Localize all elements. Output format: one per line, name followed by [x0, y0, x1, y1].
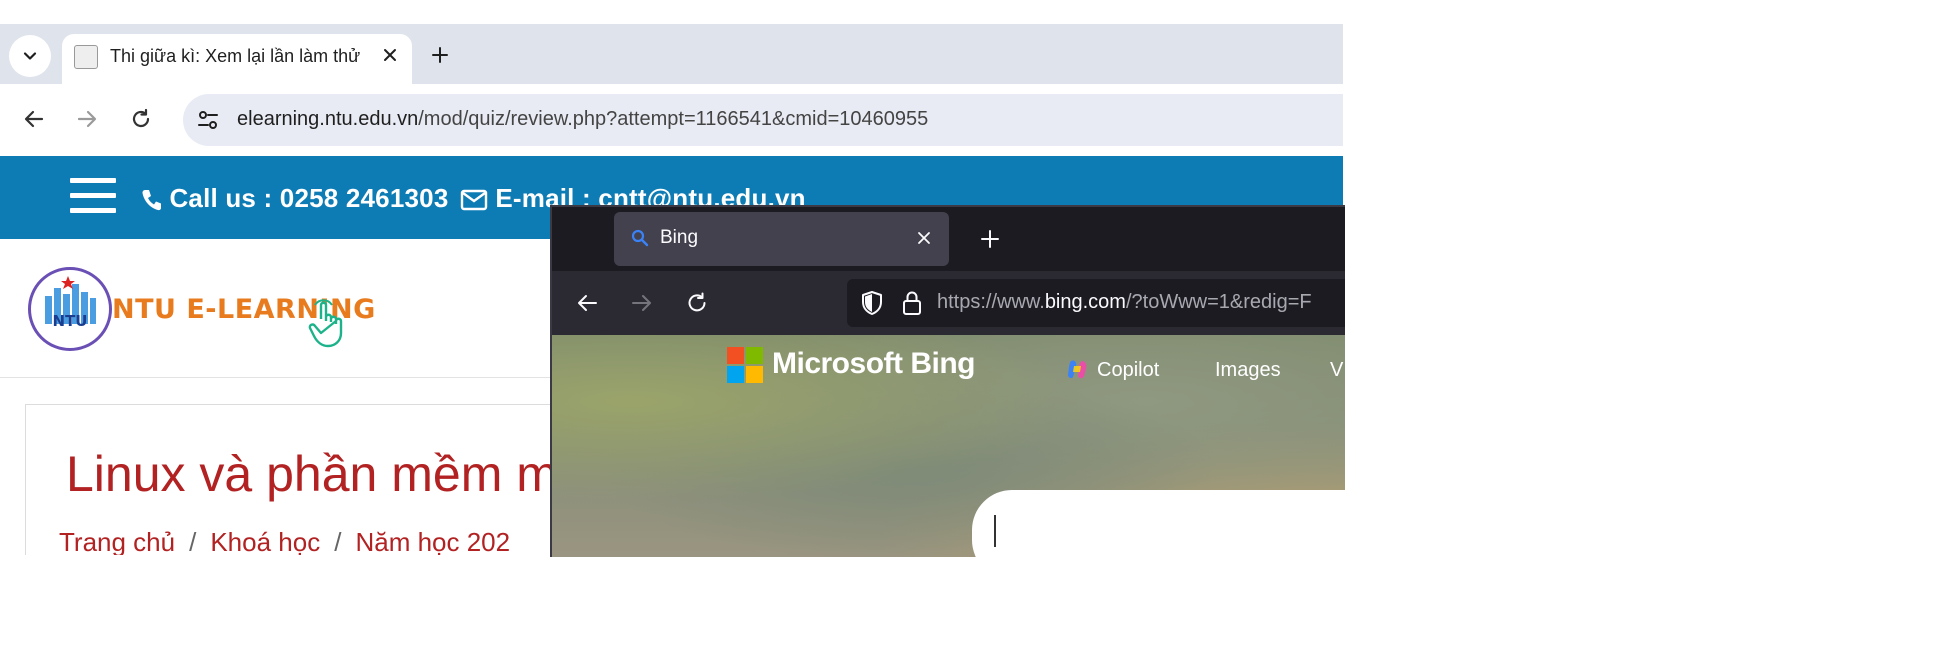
bing-nav-images[interactable]: Images	[1215, 359, 1281, 382]
forward-button[interactable]	[622, 283, 662, 323]
arrow-right-icon	[77, 110, 97, 128]
plus-icon	[981, 230, 999, 248]
course-title: Linux và phần mềm m	[66, 446, 558, 502]
tab-close-button[interactable]	[377, 42, 403, 68]
firefox-toolbar: https://www.bing.com/?toWww=1&redig=F	[552, 271, 1345, 335]
site-info-icon[interactable]	[195, 107, 221, 133]
ntu-emblem-icon: NTU	[45, 276, 96, 330]
bing-homepage: Microsoft Bing Copilot Images V	[552, 335, 1345, 557]
reload-icon	[132, 108, 150, 128]
envelope-icon	[460, 189, 488, 211]
microsoft-logo-icon[interactable]	[727, 347, 763, 383]
arrow-left-icon	[578, 295, 597, 311]
new-tab-button[interactable]	[970, 219, 1010, 259]
forward-button[interactable]	[67, 99, 107, 139]
moodle-favicon-icon	[74, 45, 98, 69]
url-rest: /?toWww=1&redig=F	[1125, 291, 1312, 313]
url-text[interactable]: elearning.ntu.edu.vn/mod/quiz/review.php…	[237, 108, 928, 131]
reload-button[interactable]	[677, 283, 717, 323]
back-button[interactable]	[14, 99, 54, 139]
reload-button[interactable]	[121, 99, 161, 139]
phone-icon	[142, 190, 161, 211]
tune-icon	[198, 111, 218, 129]
address-bar[interactable]: https://www.bing.com/?toWww=1&redig=F	[847, 279, 1345, 327]
url-host: bing.com	[1044, 291, 1126, 313]
arrow-left-icon	[24, 110, 44, 128]
tab-close-button[interactable]	[912, 226, 936, 250]
bing-brand[interactable]: Microsoft Bing	[772, 347, 976, 381]
tab-quiz-review[interactable]: Thi giữa kì: Xem lại lần làm thử	[62, 34, 412, 84]
bing-search-box[interactable]	[972, 490, 1345, 557]
text-caret	[994, 515, 996, 547]
pointer-hand-icon	[308, 299, 343, 348]
url-security-icons	[859, 289, 935, 317]
tab-title: Bing	[660, 227, 699, 248]
lock-icon[interactable]	[901, 289, 923, 317]
back-button[interactable]	[567, 283, 607, 323]
close-icon	[918, 232, 930, 244]
url-prefix: https://www.	[937, 291, 1045, 313]
breadcrumb-separator: /	[334, 527, 342, 555]
reload-icon	[688, 292, 706, 312]
arrow-right-icon	[632, 295, 651, 311]
chrome-toolbar: elearning.ntu.edu.vn/mod/quiz/review.php…	[0, 84, 1343, 156]
contact-phone: Call us : 0258 2461303	[169, 183, 449, 213]
shield-icon[interactable]	[859, 289, 885, 317]
tab-search-button[interactable]	[9, 35, 51, 77]
bing-nav-videos[interactable]: V	[1330, 359, 1343, 382]
close-icon	[384, 49, 396, 61]
breadcrumb-year-link[interactable]: Năm học 202	[355, 527, 510, 555]
url-host: elearning.ntu.edu.vn	[237, 108, 419, 130]
ntu-logo-badge[interactable]: NTU	[28, 267, 112, 351]
url-text[interactable]: https://www.bing.com/?toWww=1&redig=F	[937, 291, 1312, 314]
breadcrumb-courses-link[interactable]: Khoá học	[210, 527, 320, 555]
bing-nav-copilot[interactable]: Copilot	[1097, 359, 1159, 382]
logo-badge-text: NTU	[53, 312, 88, 330]
tab-title: Thi giữa kì: Xem lại lần làm thử	[110, 46, 361, 66]
breadcrumb: Trang chủ / Khoá học / Năm học 202	[59, 527, 510, 555]
copilot-icon	[1068, 360, 1087, 379]
menu-icon[interactable]	[70, 178, 116, 214]
firefox-window: Bing https://www.bing.com/?toWww=1&redig…	[550, 205, 1345, 557]
breadcrumb-home-link[interactable]: Trang chủ	[59, 527, 175, 555]
new-tab-button[interactable]	[423, 38, 457, 72]
breadcrumb-separator: /	[189, 527, 197, 555]
url-path: /mod/quiz/review.php?attempt=1166541&cmi…	[418, 108, 929, 130]
address-bar[interactable]: elearning.ntu.edu.vn/mod/quiz/review.php…	[183, 94, 1343, 146]
plus-icon	[432, 47, 448, 63]
chevron-down-icon	[23, 52, 37, 60]
search-icon	[631, 229, 649, 247]
tab-bing[interactable]: Bing	[614, 212, 949, 266]
